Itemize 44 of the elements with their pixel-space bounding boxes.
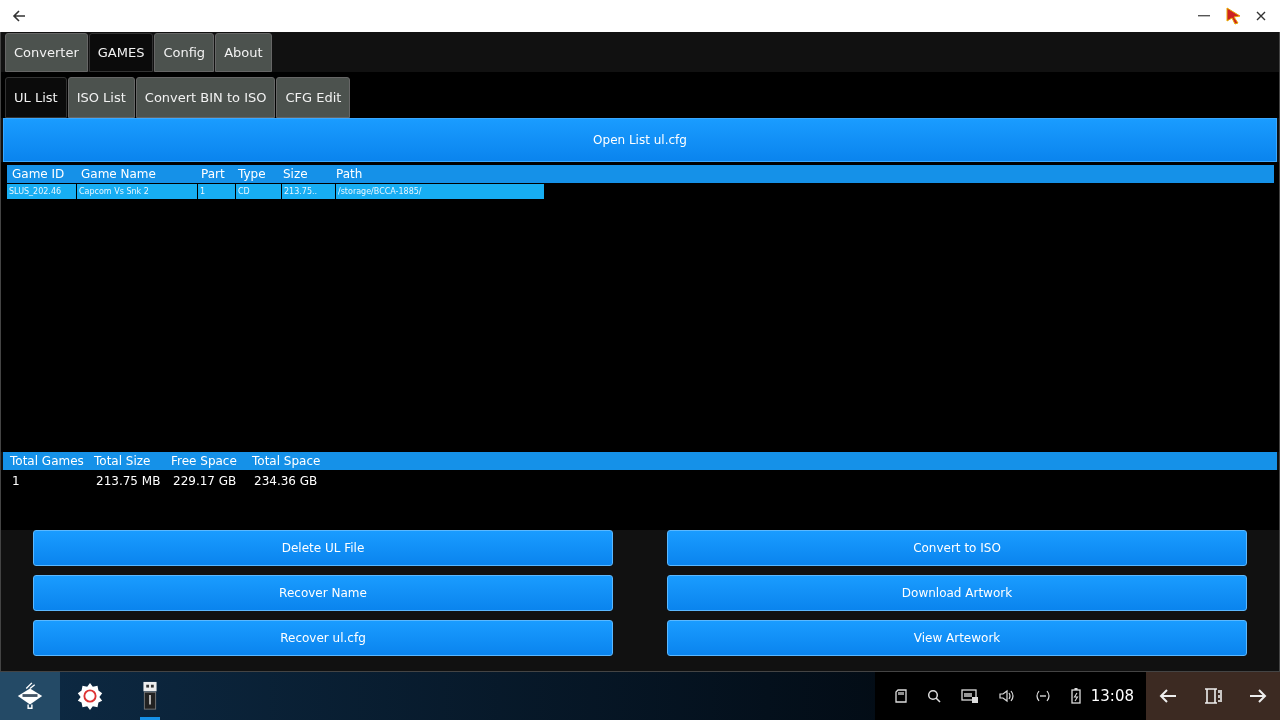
- column-header: Type: [237, 167, 267, 181]
- column-header: Total Space: [251, 454, 322, 468]
- volume-icon[interactable]: [998, 689, 1015, 703]
- tab[interactable]: About: [215, 33, 272, 72]
- close-icon[interactable]: [1256, 11, 1266, 21]
- table-cell: Capcom Vs Snk 2: [77, 184, 197, 199]
- sd-card-icon[interactable]: [894, 689, 907, 703]
- table-cell: CD: [236, 184, 281, 199]
- pointer-icon: [1226, 7, 1242, 25]
- column-header: Free Space: [170, 454, 238, 468]
- summary-value: 229.17 GB: [172, 474, 238, 490]
- column-header: Game Name: [80, 167, 157, 181]
- tab[interactable]: Convert BIN to ISO: [135, 77, 276, 118]
- column-header: Part: [200, 167, 226, 181]
- search-icon[interactable]: [926, 689, 941, 703]
- tab[interactable]: GAMES: [88, 33, 154, 72]
- summary-value: 1: [11, 474, 21, 490]
- column-header: Game ID: [11, 167, 66, 181]
- gear-icon: [75, 681, 105, 711]
- signal-icon[interactable]: [1034, 690, 1051, 702]
- tab[interactable]: ISO List: [67, 77, 135, 118]
- keyboard-icon[interactable]: [960, 689, 979, 703]
- summary-value: 213.75 MB: [95, 474, 162, 490]
- clock: 13:08: [1090, 687, 1134, 705]
- tab[interactable]: Config: [154, 33, 215, 72]
- table-cell: SLUS_202.46: [7, 184, 76, 199]
- minimize-icon[interactable]: [1198, 15, 1210, 17]
- table-cell: /storage/BCCA-1885/: [336, 184, 544, 199]
- table-cell: 213.75..: [282, 184, 335, 199]
- nav-forward-icon[interactable]: [1248, 688, 1267, 704]
- column-header: Total Size: [93, 454, 152, 468]
- screenshot-icon[interactable]: [1204, 688, 1222, 704]
- table-cell: 1: [198, 184, 235, 199]
- tab[interactable]: Converter: [5, 33, 88, 72]
- tab[interactable]: UL List: [5, 77, 67, 118]
- nav-back-icon[interactable]: [1159, 688, 1178, 704]
- back-icon[interactable]: [12, 9, 26, 23]
- battery-icon[interactable]: [1070, 688, 1081, 704]
- tab[interactable]: CFG Edit: [276, 77, 351, 118]
- column-header: Total Games: [9, 454, 85, 468]
- column-header: Path: [335, 167, 364, 181]
- taskbar-app[interactable]: [0, 672, 60, 720]
- column-header: Size: [282, 167, 309, 181]
- summary-value: 234.36 GB: [253, 474, 319, 490]
